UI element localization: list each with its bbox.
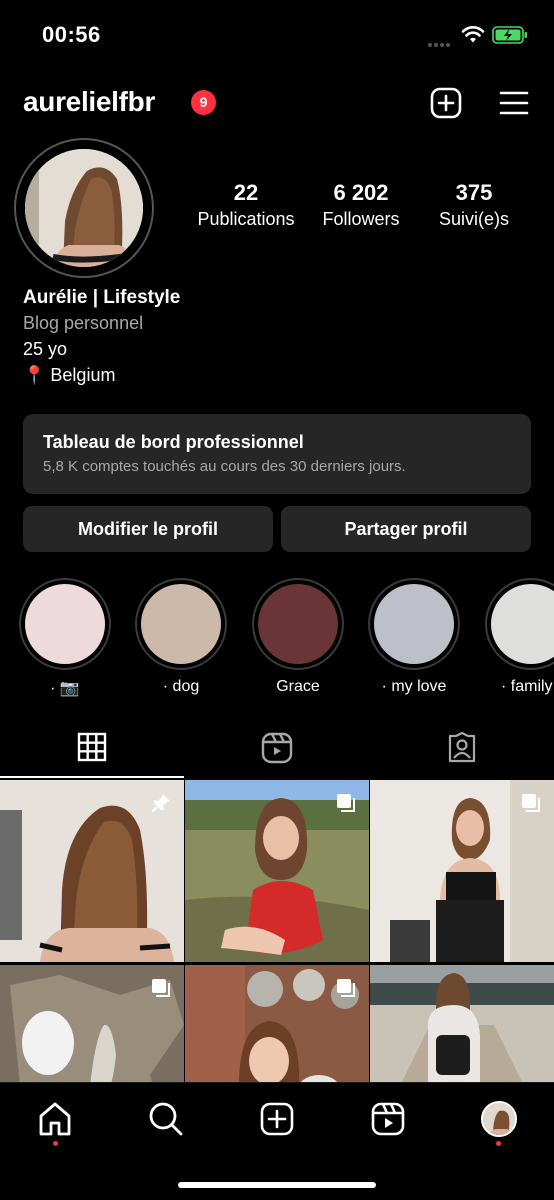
nav-home[interactable] [35, 1099, 75, 1139]
highlight-cover [374, 584, 454, 664]
username[interactable]: aurelielfbr [23, 86, 155, 118]
search-icon [149, 1102, 183, 1136]
display-name: Aurélie | Lifestyle [23, 287, 181, 308]
carousel-icon [152, 979, 170, 997]
profile-header: aurelielfbr 9 [0, 80, 554, 130]
highlight-label: · 📷 [50, 680, 80, 697]
status-time: 00:56 [42, 22, 101, 47]
stat-value: 6 202 [333, 180, 389, 205]
dashboard-subtitle: 5,8 K comptes touchés au cours des 30 de… [43, 458, 406, 475]
home-icon [39, 1102, 71, 1136]
menu-icon [499, 91, 529, 115]
highlight-ring [368, 578, 460, 670]
story-highlight-dog[interactable]: · dog [135, 578, 227, 696]
stat-value: 22 [233, 180, 259, 205]
profile-avatar-small [481, 1101, 517, 1137]
highlight-cover [258, 584, 338, 664]
new-post-button[interactable] [428, 85, 464, 121]
dashboard-title: Tableau de bord professionnel [43, 432, 304, 452]
stat-label: Followers [322, 209, 400, 229]
highlight-ring [19, 578, 111, 670]
highlight-ring [252, 578, 344, 670]
tab-tagged[interactable] [370, 728, 554, 780]
cellular-signal-icon [428, 34, 454, 47]
carousel-icon [522, 794, 540, 812]
grid-post[interactable] [370, 780, 554, 962]
highlight-label: · family [501, 678, 553, 695]
profile-category: Blog personnel [23, 313, 144, 333]
story-highlight-family[interactable]: · family [485, 578, 554, 696]
highlight-cover [491, 584, 554, 664]
highlight-cover [141, 584, 221, 664]
stat-value: 375 [455, 180, 493, 205]
grid-post[interactable] [0, 965, 184, 1082]
stat-label: Suivi(e)s [438, 209, 509, 229]
grid-post[interactable] [185, 965, 369, 1082]
create-icon [260, 1102, 294, 1136]
profile-avatar[interactable] [14, 138, 154, 278]
active-tab-indicator [0, 776, 184, 778]
grid-icon [77, 732, 107, 762]
bio-line-age: 25 yo [23, 339, 68, 359]
new-post-icon [430, 87, 462, 119]
avatar-image [25, 149, 143, 267]
highlight-ring [485, 578, 554, 670]
status-bar: 00:56 [0, 0, 554, 70]
pinned-icon [151, 794, 170, 813]
tagged-icon [448, 732, 476, 763]
grid-post[interactable] [0, 780, 184, 962]
highlight-label: Grace [276, 678, 320, 695]
carousel-icon [337, 794, 355, 812]
highlight-label: · my love [381, 678, 447, 695]
nav-search[interactable] [146, 1099, 186, 1139]
share-profile-button[interactable]: Partager profil [281, 506, 531, 552]
edit-profile-button[interactable]: Modifier le profil [23, 506, 273, 552]
reels-icon [261, 732, 293, 764]
tab-reels[interactable] [185, 728, 369, 780]
stat-label: Publications [197, 209, 295, 229]
home-notification-dot [53, 1141, 58, 1146]
nav-reels[interactable] [368, 1099, 408, 1139]
stat-followers[interactable]: 6 202 Followers [308, 180, 414, 230]
reels-icon [371, 1102, 405, 1136]
tab-grid[interactable] [0, 728, 184, 780]
story-highlight-my-love[interactable]: · my love [368, 578, 460, 696]
professional-dashboard-card[interactable]: Tableau de bord professionnel 5,8 K comp… [23, 414, 531, 494]
highlight-cover [25, 584, 105, 664]
post-grid [0, 780, 554, 1082]
story-highlight-grace[interactable]: Grace [252, 578, 344, 696]
grid-post[interactable] [370, 965, 554, 1082]
wifi-icon [461, 26, 485, 43]
carousel-icon [337, 979, 355, 997]
profile-notification-dot [496, 1141, 501, 1146]
highlight-label: · dog [162, 678, 200, 695]
grid-post[interactable] [185, 780, 369, 962]
notification-badge: 9 [191, 90, 216, 115]
stat-following[interactable]: 375 Suivi(e)s [424, 180, 524, 230]
stat-publications[interactable]: 22 Publications [190, 180, 302, 230]
story-highlight-camera[interactable]: · 📷 [19, 578, 111, 698]
highlight-ring [135, 578, 227, 670]
bio-line-location: 📍 Belgium [23, 365, 116, 385]
profile-bio: Aurélie | Lifestyle Blog personnel 25 yo… [23, 287, 180, 391]
nav-profile[interactable] [479, 1099, 519, 1139]
home-indicator [178, 1182, 376, 1188]
battery-charging-icon [492, 26, 527, 44]
menu-button[interactable] [496, 85, 532, 121]
nav-create[interactable] [257, 1099, 297, 1139]
